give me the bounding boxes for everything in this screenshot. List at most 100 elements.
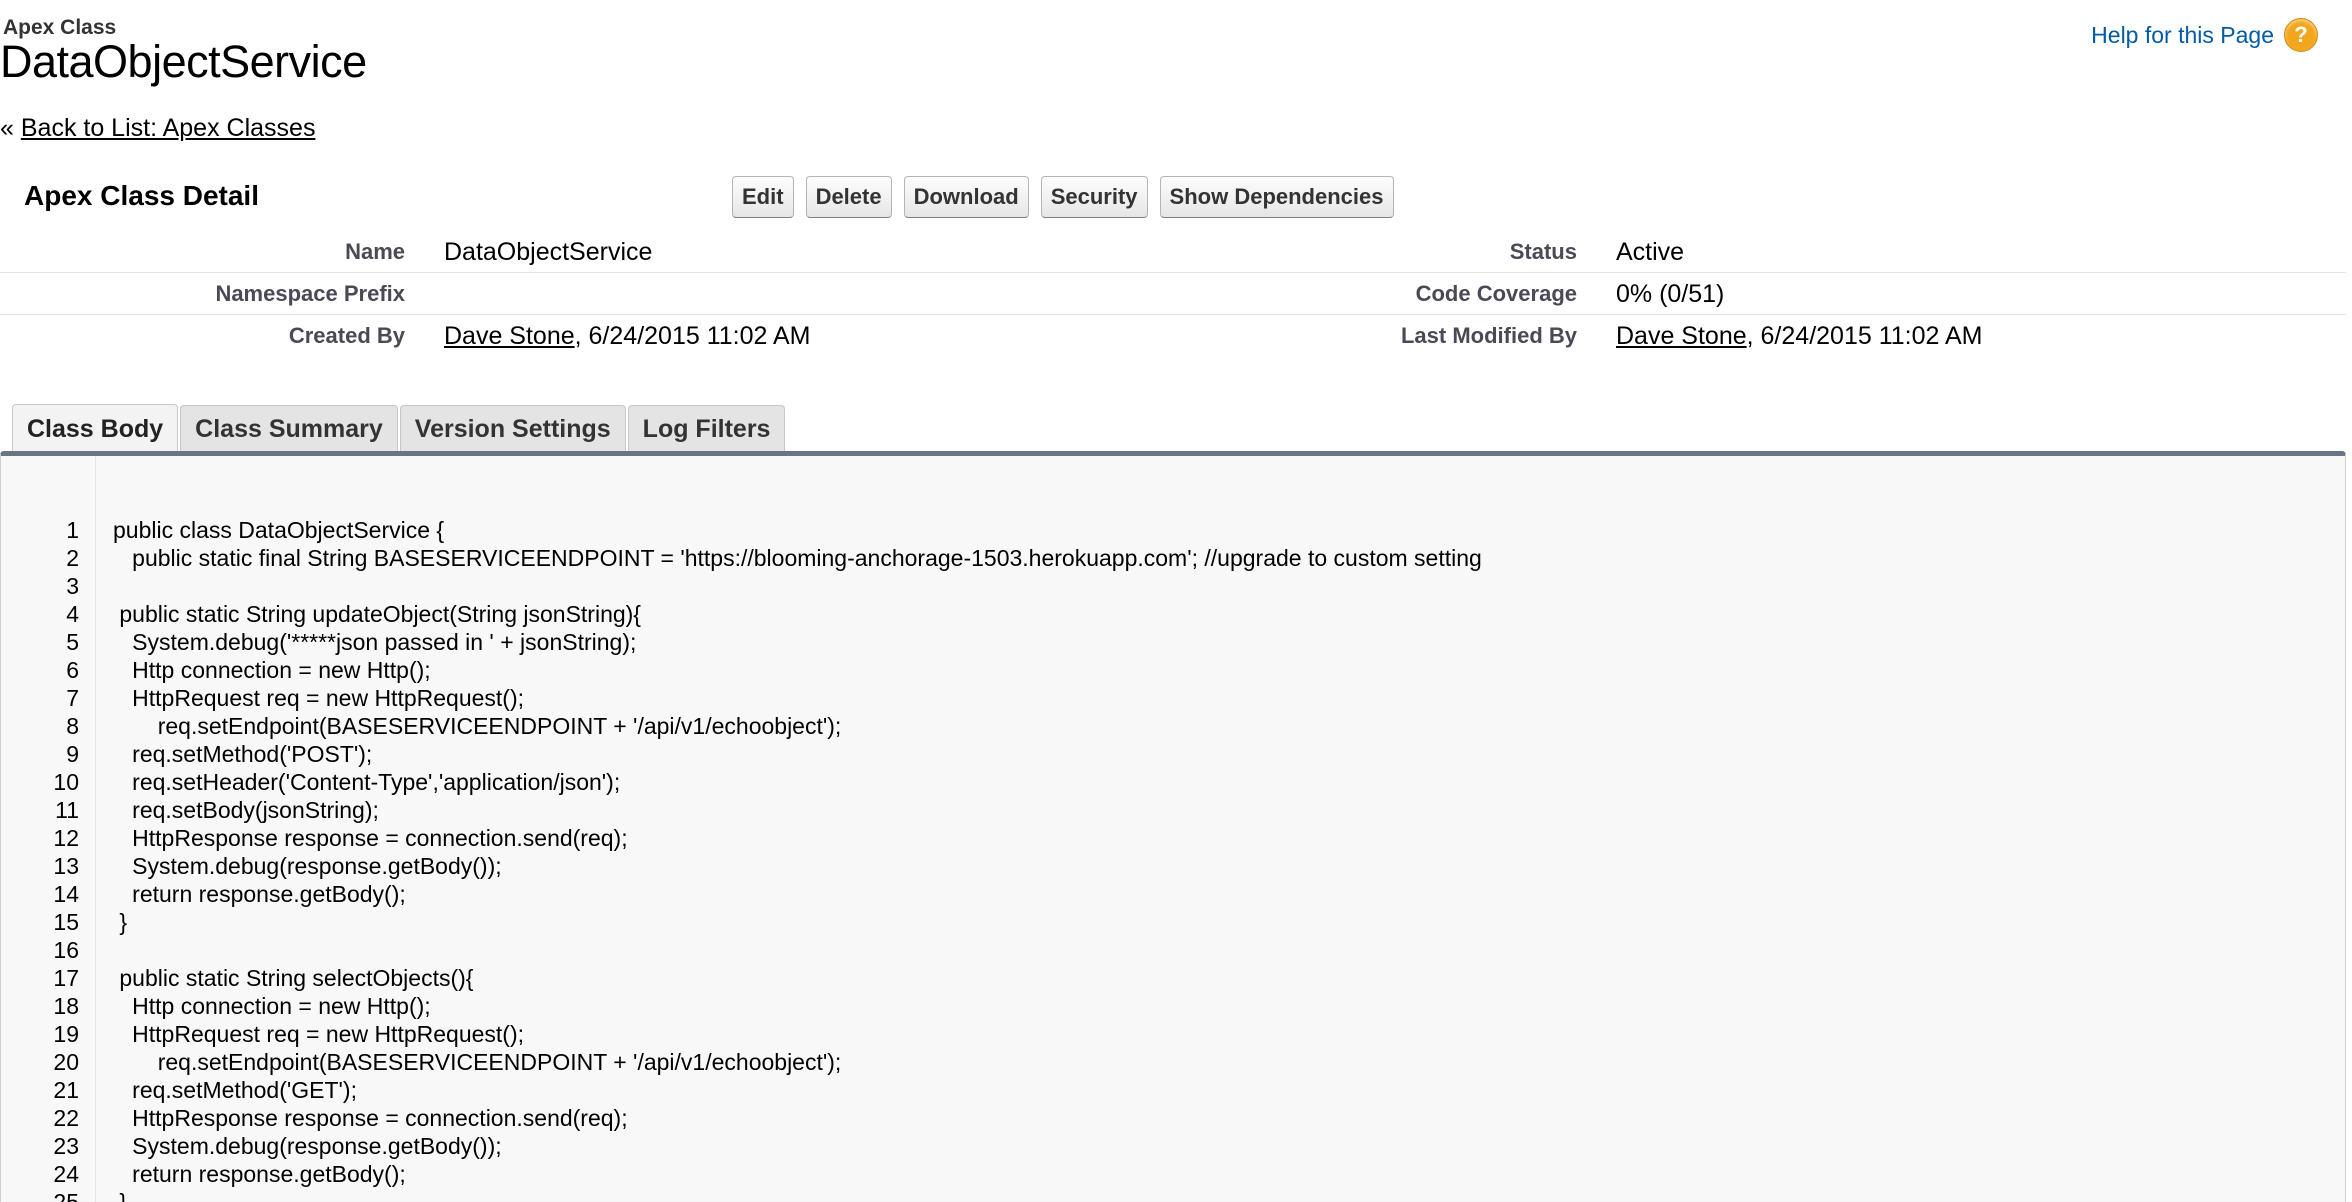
- modified-by-user-link[interactable]: Dave Stone: [1616, 322, 1747, 350]
- created-by-label: Created By: [288, 323, 405, 348]
- line-number: 3: [66, 573, 79, 599]
- code-text: HttpResponse response = connection.send(…: [113, 1105, 628, 1131]
- name-label: Name: [345, 239, 405, 264]
- last-modified-by-value: Dave Stone, 6/24/2015 11:02 AM: [1616, 322, 1982, 351]
- detail-row-created: Created By Dave Stone, 6/24/2015 11:02 A…: [0, 314, 2346, 356]
- code-viewer[interactable]: 1 public class DataObjectService {2 publi…: [1, 516, 2345, 1202]
- line-number: 12: [53, 825, 79, 851]
- tab-version-settings[interactable]: Version Settings: [399, 405, 626, 452]
- last-modified-by-label: Last Modified By: [1400, 323, 1577, 348]
- code-line: 23 System.debug(response.getBody());: [1, 1132, 2345, 1160]
- code-text: req.setEndpoint(BASESERVICEENDPOINT + '/…: [113, 1049, 842, 1075]
- tab-bar: Class Body Class Summary Version Setting…: [12, 404, 786, 453]
- tab-log-filters[interactable]: Log Filters: [627, 405, 786, 452]
- code-text: System.debug(response.getBody());: [113, 853, 502, 879]
- code-line: 14 return response.getBody();: [1, 880, 2345, 908]
- code-line: 5 System.debug('*****json passed in ' + …: [1, 628, 2345, 656]
- status-label: Status: [1509, 239, 1577, 264]
- code-text: req.setEndpoint(BASESERVICEENDPOINT + '/…: [113, 713, 842, 739]
- code-text: HttpResponse response = connection.send(…: [113, 825, 628, 851]
- code-text: public static String selectObjects(){: [113, 965, 474, 991]
- status-value: Active: [1616, 238, 1685, 266]
- code-line: 25 }: [1, 1188, 2345, 1202]
- code-text: }: [113, 1189, 128, 1202]
- code-line: 3: [1, 572, 2345, 600]
- help-link-text[interactable]: Help for this Page: [2091, 22, 2274, 49]
- edit-button[interactable]: Edit: [732, 176, 794, 218]
- page-title: DataObjectService: [0, 36, 367, 87]
- code-line: 6 Http connection = new Http();: [1, 656, 2345, 684]
- code-text: public static String updateObject(String…: [113, 601, 641, 627]
- line-number: 22: [53, 1105, 79, 1131]
- code-text: System.debug(response.getBody());: [113, 1133, 502, 1159]
- code-line: 4 public static String updateObject(Stri…: [1, 600, 2345, 628]
- name-value: DataObjectService: [444, 238, 653, 266]
- back-to-list-link[interactable]: Back to List: Apex Classes: [21, 114, 316, 142]
- code-line: 16: [1, 936, 2345, 964]
- apex-class-page: Apex Class DataObjectService Help for th…: [0, 0, 2352, 1202]
- delete-button[interactable]: Delete: [805, 176, 892, 218]
- line-number: 7: [66, 685, 79, 711]
- code-line: 19 HttpRequest req = new HttpRequest();: [1, 1020, 2345, 1048]
- code-line: 9 req.setMethod('POST');: [1, 740, 2345, 768]
- code-text: public class DataObjectService {: [113, 517, 445, 543]
- line-number: 16: [53, 937, 79, 963]
- code-line: 11 req.setBody(jsonString);: [1, 796, 2345, 824]
- tab-class-summary[interactable]: Class Summary: [180, 405, 398, 452]
- line-number: 25: [53, 1189, 79, 1202]
- code-coverage-label: Code Coverage: [1415, 281, 1577, 306]
- code-text: HttpRequest req = new HttpRequest();: [113, 1021, 525, 1047]
- code-line: 10 req.setHeader('Content-Type','applica…: [1, 768, 2345, 796]
- line-number: 21: [53, 1077, 79, 1103]
- created-date: , 6/24/2015 11:02 AM: [574, 322, 811, 350]
- tab-class-body[interactable]: Class Body: [12, 404, 179, 453]
- help-question-icon[interactable]: ?: [2284, 18, 2318, 52]
- line-number: 15: [53, 909, 79, 935]
- code-line: 21 req.setMethod('GET');: [1, 1076, 2345, 1104]
- line-number: 24: [53, 1161, 79, 1187]
- code-text: HttpRequest req = new HttpRequest();: [113, 685, 525, 711]
- code-text: System.debug('*****json passed in ' + js…: [113, 629, 637, 655]
- code-line: 22 HttpResponse response = connection.se…: [1, 1104, 2345, 1132]
- line-number: 19: [53, 1021, 79, 1047]
- line-number: 5: [66, 629, 79, 655]
- code-coverage-value: 0% (0/51): [1616, 280, 1725, 308]
- line-number: 1: [66, 517, 79, 543]
- code-text: req.setHeader('Content-Type','applicatio…: [113, 769, 621, 795]
- line-number: 20: [53, 1049, 79, 1075]
- line-number: 10: [53, 769, 79, 795]
- code-text: public static final String BASESERVICEEN…: [113, 545, 1482, 571]
- code-line: 20 req.setEndpoint(BASESERVICEENDPOINT +…: [1, 1048, 2345, 1076]
- line-number: 4: [66, 601, 79, 627]
- download-button[interactable]: Download: [903, 176, 1029, 218]
- modified-date: , 6/24/2015 11:02 AM: [1746, 322, 1983, 350]
- code-text: req.setBody(jsonString);: [113, 797, 379, 823]
- code-line: 2 public static final String BASESERVICE…: [1, 544, 2345, 572]
- code-text: }: [113, 909, 128, 935]
- created-by-value: Dave Stone, 6/24/2015 11:02 AM: [444, 322, 810, 351]
- code-text: req.setMethod('POST');: [113, 741, 373, 767]
- class-body-panel: 1 public class DataObjectService {2 publi…: [0, 451, 2346, 1202]
- code-text: return response.getBody();: [113, 881, 406, 907]
- detail-row-namespace: Namespace Prefix Code Coverage 0% (0/51): [0, 272, 2346, 315]
- code-text: Http connection = new Http();: [113, 657, 431, 683]
- detail-row-name: Name DataObjectService Status Active: [0, 230, 2346, 273]
- code-line: 1 public class DataObjectService {: [1, 516, 2345, 544]
- breadcrumb: « Back to List: Apex Classes: [0, 114, 315, 143]
- code-line: 15 }: [1, 908, 2345, 936]
- show-dependencies-button[interactable]: Show Dependencies: [1159, 176, 1394, 218]
- help-link[interactable]: Help for this Page ?: [2091, 18, 2318, 52]
- line-number: 11: [55, 797, 79, 823]
- created-by-user-link[interactable]: Dave Stone: [444, 322, 575, 350]
- line-number: 18: [53, 993, 79, 1019]
- line-number: 13: [53, 853, 79, 879]
- code-line: 13 System.debug(response.getBody());: [1, 852, 2345, 880]
- security-button[interactable]: Security: [1040, 176, 1148, 218]
- code-line: 24 return response.getBody();: [1, 1160, 2345, 1188]
- line-number: 2: [66, 545, 79, 571]
- line-number: 6: [66, 657, 79, 683]
- button-bar: Edit Delete Download Security Show Depen…: [732, 176, 1394, 218]
- section-title: Apex Class Detail: [24, 180, 259, 211]
- back-arrow-icon: «: [0, 114, 21, 142]
- code-line: 12 HttpResponse response = connection.se…: [1, 824, 2345, 852]
